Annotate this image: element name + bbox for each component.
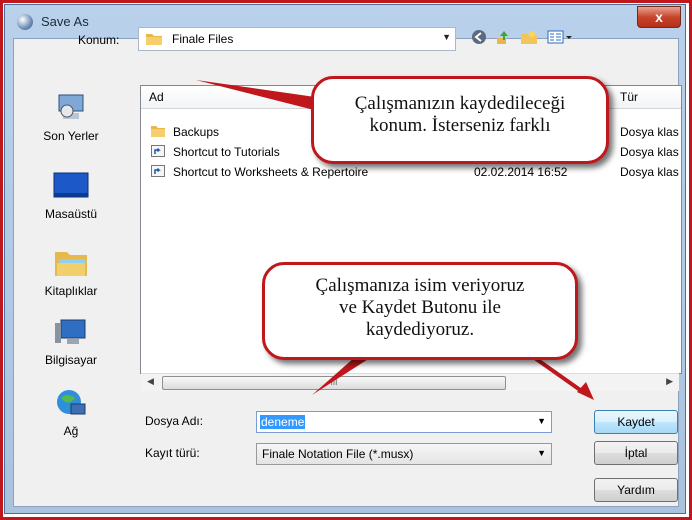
filename-label: Dosya Adı: [145,414,204,428]
column-type[interactable]: Tür [620,90,638,104]
place-label: Kitaplıklar [44,284,98,298]
view-menu-icon[interactable] [546,29,574,47]
dialog-icon [17,14,33,30]
place-label: Masaüstü [44,207,98,221]
callout-location: Çalışmanızın kaydedileceği konum. İsters… [311,76,609,164]
item-name: Shortcut to Tutorials [173,145,280,159]
chevron-down-icon: ▼ [442,32,451,42]
filetype-label: Kayıt türü: [145,446,200,460]
place-recent[interactable]: Son Yerler [14,93,128,143]
scroll-right-icon[interactable]: ▶ [666,376,673,387]
list-item[interactable]: Shortcut to Worksheets & Repertoire 02.0… [141,163,681,181]
column-name[interactable]: Ad [149,90,164,104]
shortcut-icon [151,145,165,157]
item-type: Dosya klas [620,165,679,179]
item-name: Shortcut to Worksheets & Repertoire [173,165,369,179]
help-button[interactable]: Yardım [594,478,678,502]
cancel-button[interactable]: İptal [594,441,678,465]
places-bar: Son Yerler Masaüstü Kitaplıklar Bilgisay… [14,83,128,473]
callout-line: Çalışmanızın kaydedileceği [354,93,566,114]
location-label: Konum: [78,33,120,47]
folder-icon [146,34,162,45]
back-icon[interactable] [470,29,488,47]
shortcut-icon [151,165,165,177]
up-folder-icon[interactable] [494,29,512,47]
filetype-select[interactable]: Finale Notation File (*.musx) ▼ [256,443,552,465]
callout-line: Çalışmanıza isim veriyoruz [315,275,525,296]
place-label: Bilgisayar [44,353,98,367]
libraries-icon [55,252,87,276]
close-button[interactable]: x [637,6,681,28]
chevron-down-icon: ▼ [537,448,546,458]
place-computer[interactable]: Bilgisayar [14,317,128,367]
scroll-thumb[interactable]: III [162,376,506,390]
desktop-icon [53,172,89,198]
scroll-left-icon[interactable]: ◀ [147,376,154,387]
horizontal-scrollbar[interactable]: ◀ III ▶ [141,373,679,391]
window-title: Save As [41,14,89,29]
filename-value: deneme [260,415,306,429]
location-value: Finale Files [172,32,234,46]
place-libraries[interactable]: Kitaplıklar [14,248,128,298]
item-date: 02.02.2014 16:52 [474,165,568,179]
item-type: Dosya klas [620,145,679,159]
save-button[interactable]: Kaydet [594,410,678,434]
callout-line: kaydediyoruz. [365,319,475,340]
callout-filename: Çalışmanıza isim veriyoruz ve Kaydet But… [262,262,578,360]
callout-line: ve Kaydet Butonu ile [339,297,501,318]
new-folder-icon[interactable] [520,29,538,47]
item-name: Backups [173,125,220,139]
filename-input[interactable]: deneme ▼ [256,411,552,433]
network-icon [57,390,86,415]
filetype-value: Finale Notation File (*.musx) [262,447,414,461]
chevron-down-icon[interactable]: ▼ [537,416,546,426]
callout-line: konum. İsterseniz farklı [369,115,551,136]
folder-icon [151,126,165,137]
computer-icon [55,319,86,344]
location-combo[interactable]: Finale Files ▼ [138,27,456,51]
place-network[interactable]: Ağ [14,388,128,438]
recent-places-icon [58,94,84,119]
item-type: Dosya klas [620,125,679,139]
place-desktop[interactable]: Masaüstü [14,171,128,221]
place-label: Son Yerler [43,129,99,143]
place-label: Ağ [63,424,79,438]
